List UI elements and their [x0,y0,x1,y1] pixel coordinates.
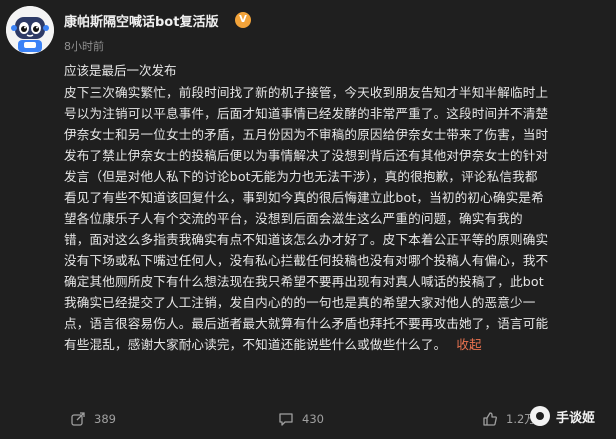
weibo-post: 康帕斯隔空喊话bot复活版 V 8小时前 应该是最后一次发布 皮下三次确实繁忙，… [0,0,616,439]
post-body-last-line: 有些混乱，感谢大家耐心读完，不知道还能说些什么或做些什么了。 收起 [64,334,604,355]
post-body-line: 确定其他厕所皮下有什么想法现在我只希望不要再出现有对真人喊话的投稿了，此bot [64,274,544,289]
post-body-line: 发布了禁止伊奈女士的投稿后便以为事情解决了没想到背后还有其他对伊奈女士的针对 [64,148,549,163]
thumbs-up-icon [483,412,497,426]
post-body-line: 号以为注销可以平息事件，后面才知道事情已经发酵的非常严重了。这段时间并不清楚 [64,106,549,121]
post-body-line: 看见了有些不知道该回复什么，事到如今真的很后悔建立此bot，当初的初心确实是希 [64,190,544,205]
comment-count: 430 [302,412,324,426]
vip-crown-icon: V [235,12,251,28]
post-body-line: 错，面对这么多指责我确实有点不知道该怎么办才好了。皮下本着公正平等的原则确实 [64,232,549,247]
post-body-line: 皮下三次确实繁忙，前段时间找了新的机子接管，今天收到朋友告知才半知半解临时上 [64,85,549,100]
post-body-line: 有些混乱，感谢大家耐心读完，不知道还能说些什么或做些什么了。 [64,337,447,352]
post-body-line: 伊奈女士和另一位女士的矛盾，五月份因为不审稿的原因给伊奈女士带来了伤害，当时 [64,127,549,142]
comment-button[interactable]: 430 [278,409,324,429]
post-time: 8小时前 [64,40,104,53]
robot-avatar-icon [6,6,54,54]
post-body: 皮下三次确实繁忙，前段时间找了新的机子接管，今天收到朋友告知才半知半解临时上 号… [64,82,604,355]
post-body-line: 没有下场或私下嘴过任何人，没有私心拦截任何投稿也没有对哪个投稿人有偏心，我不 [64,253,549,268]
post-body-line: 望各位康乐子人有个交流的平台，没想到后面会滋生这么严重的问题，确实有我的 [64,211,523,226]
watermark: 手谈姬 [530,406,595,426]
like-button[interactable]: 1.2万 [482,409,536,429]
action-bar: 389 430 1.2万 [0,400,616,439]
comment-icon [279,413,293,426]
post-body-line: 发言（但是对他人私下的讨论bot无能为力也无法干涉），真的很抱歉，评论私信我都 [64,169,538,184]
post-title: 应该是最后一次发布 [64,63,177,78]
avatar[interactable] [6,6,54,54]
post-body-line: 我确实已经提交了人工注销，发自内心的的一句也是真的希望大家对他人的恶意少一 [64,295,536,310]
post-body-line: 点，语言很容易伤人。最后逝者最大就算有什么矛盾也拜托不要再攻击她了，语言可能 [64,316,549,331]
share-button[interactable]: 389 [70,409,116,429]
watermark-text: 手谈姬 [556,410,596,426]
share-count: 389 [94,412,116,426]
collapse-link[interactable]: 收起 [456,337,482,352]
share-icon [71,412,85,426]
author-name[interactable]: 康帕斯隔空喊话bot复活版 [64,11,218,30]
watermark-logo-icon [530,406,550,426]
